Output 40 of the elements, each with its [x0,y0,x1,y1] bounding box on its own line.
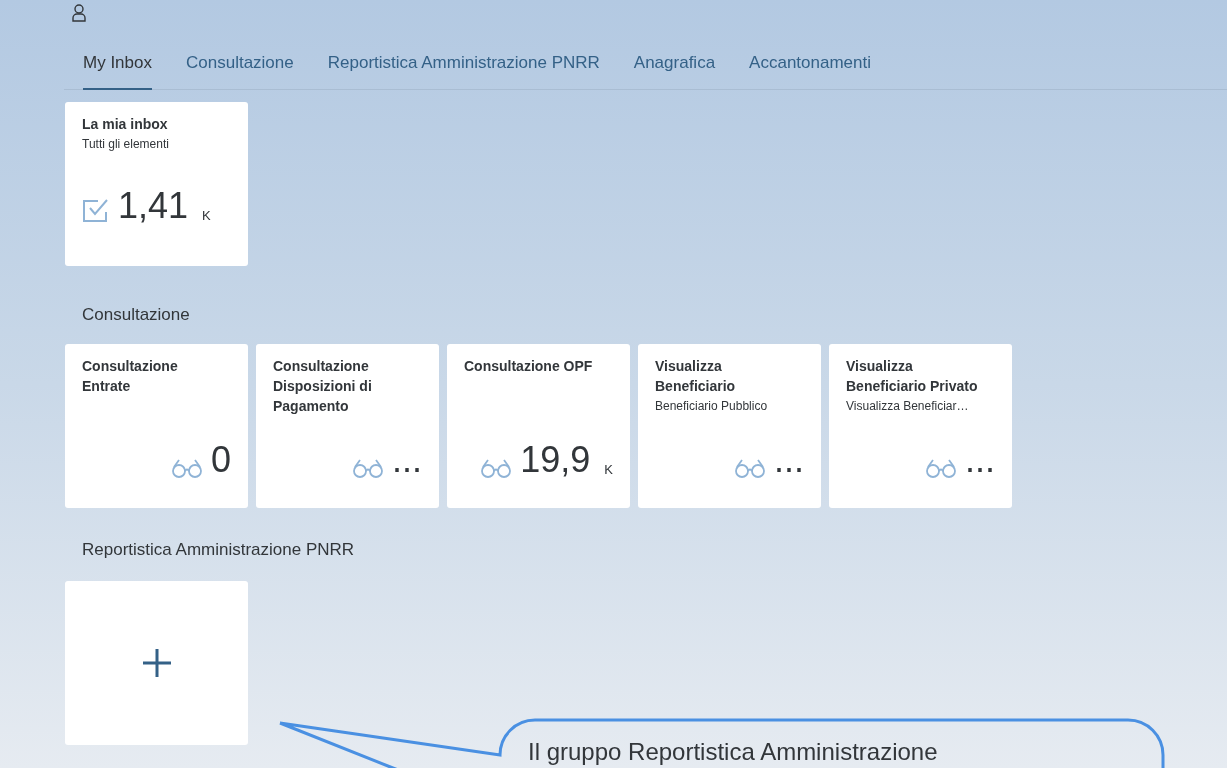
tab[interactable]: Accantonamenti [749,50,871,90]
tile-value: ... [392,442,422,478]
tile-title: Visualizza Beneficiario [655,357,737,396]
tile-unit: K [604,462,613,478]
tile-subtitle: Tutti gli elementi [82,135,170,152]
add-tile[interactable] [65,580,248,745]
tile-value: 0 [210,442,231,478]
checkbox-icon [82,197,110,224]
tile-title: Consultazione Disposizioni di Pagamento [273,357,373,416]
tile-subtitle: Visualizza Beneficiar… [846,398,970,414]
tile-title: Visualizza Beneficiario Privato [846,357,979,396]
tile-value: 19,9 [520,442,591,478]
glasses-icon [480,458,513,478]
tile-title: La mia inbox [82,114,169,134]
tile-title: Consultazione Entrate [82,357,179,396]
glasses-icon [925,458,957,478]
tile-value: ... [965,442,995,478]
app-tile[interactable]: Visualizza Beneficiario Beneficiario Pubblico ... [638,344,821,508]
plus-icon [142,648,171,677]
tile-value: 1,41 [118,187,189,224]
glasses-icon [170,458,203,478]
group-title: Reportistica Amministrazione PNRR [81,539,356,561]
app-tile[interactable]: Visualizza Beneficiario Privato Visualizza Beneficiar… ... [829,344,1012,508]
tab[interactable]: Anagrafica [633,50,716,90]
tab[interactable]: My Inbox [83,50,152,90]
tile-unit: K [202,207,211,224]
app-tile[interactable]: Consultazione Disposizioni di Pagamento ... [256,344,439,508]
tile-subtitle: Beneficiario Pubblico [655,398,769,414]
glasses-icon [352,458,384,478]
tile-value: ... [774,442,804,478]
group-title: Consultazione [81,303,191,326]
tile-title: Consultazione OPF [464,357,594,376]
callout-text: Il gruppo Reportistica Amministrazione [528,738,938,766]
app-tile[interactable]: Consultazione Entrate 0 [65,344,248,508]
app-tile[interactable]: La mia inbox Tutti gli elementi 1,41 K [65,101,248,266]
tab[interactable]: Reportistica Amministrazione PNRR [327,50,600,90]
app-tile[interactable]: Consultazione OPF 19,9 K [447,344,630,508]
user-icon[interactable] [71,4,87,22]
glasses-icon [734,458,766,478]
tab[interactable]: Consultazione [186,50,294,90]
